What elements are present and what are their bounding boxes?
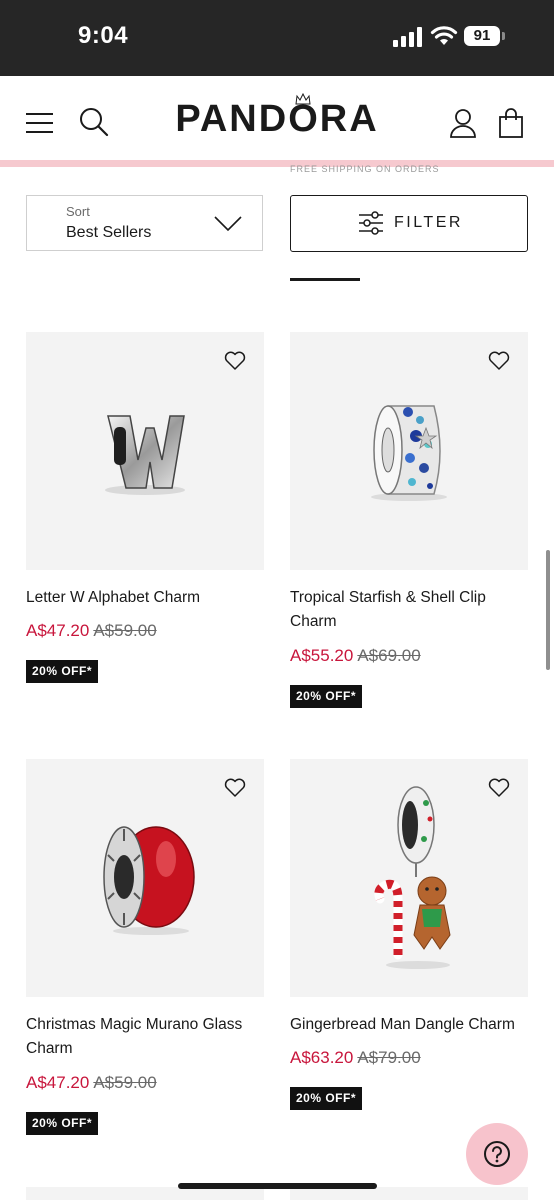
sale-price: A$63.20	[290, 1048, 354, 1067]
filter-label: FILTER	[394, 214, 463, 231]
filter-icon	[359, 211, 383, 235]
bag-icon[interactable]	[498, 108, 524, 138]
signal-icon	[393, 27, 422, 47]
menu-icon[interactable]	[26, 112, 54, 134]
chevron-down-icon	[214, 216, 242, 232]
sale-price: A$55.20	[290, 646, 354, 665]
heart-icon[interactable]	[488, 778, 510, 798]
price-row: A$63.20 A$79.00	[290, 1048, 421, 1068]
sale-price: A$47.20	[26, 1073, 90, 1092]
heart-icon[interactable]	[224, 351, 246, 371]
search-icon[interactable]	[79, 107, 109, 137]
discount-badge: 20% OFF*	[26, 660, 99, 683]
scrollbar[interactable]	[546, 550, 550, 670]
promo-bar	[0, 160, 554, 167]
sale-price: A$47.20	[26, 621, 90, 640]
product-image[interactable]	[290, 332, 528, 570]
product-name[interactable]: Gingerbread Man Dangle Charm	[290, 1013, 528, 1037]
product-image[interactable]	[26, 759, 264, 997]
promo-text: FREE SHIPPING ON ORDERS OVER	[290, 164, 440, 172]
price-row: A$55.20 A$69.00	[290, 646, 421, 666]
discount-badge: 20% OFF*	[290, 685, 363, 708]
brand-logo[interactable]: PANDORA	[172, 96, 382, 142]
product-image[interactable]	[290, 759, 528, 997]
price-row: A$47.20 A$59.00	[26, 621, 157, 641]
status-bar: 9:04 91	[0, 0, 554, 76]
discount-badge: 20% OFF*	[290, 1087, 363, 1110]
battery-level: 91	[464, 26, 500, 46]
help-icon	[484, 1141, 510, 1167]
discount-badge: 20% OFF*	[26, 1112, 99, 1135]
original-price: A$59.00	[93, 621, 157, 640]
heart-icon[interactable]	[488, 351, 510, 371]
original-price: A$79.00	[357, 1048, 421, 1067]
product-name[interactable]: Tropical Starfish & Shell Clip Charm	[290, 586, 528, 634]
product-name[interactable]: Christmas Magic Murano Glass Charm	[26, 1013, 264, 1061]
sort-value: Best Sellers	[66, 224, 152, 241]
original-price: A$59.00	[93, 1073, 157, 1092]
active-tab-indicator	[290, 278, 360, 281]
status-time: 9:04	[78, 22, 129, 49]
help-button[interactable]	[466, 1123, 528, 1185]
heart-icon[interactable]	[224, 778, 246, 798]
battery-icon: 91	[464, 26, 506, 48]
wifi-icon	[430, 26, 458, 45]
product-image[interactable]	[26, 332, 264, 570]
sort-label: Sort	[66, 204, 90, 219]
home-indicator	[178, 1183, 377, 1189]
product-name[interactable]: Letter W Alphabet Charm	[26, 586, 264, 610]
price-row: A$47.20 A$59.00	[26, 1073, 157, 1093]
original-price: A$69.00	[357, 646, 421, 665]
account-icon[interactable]	[449, 108, 477, 138]
